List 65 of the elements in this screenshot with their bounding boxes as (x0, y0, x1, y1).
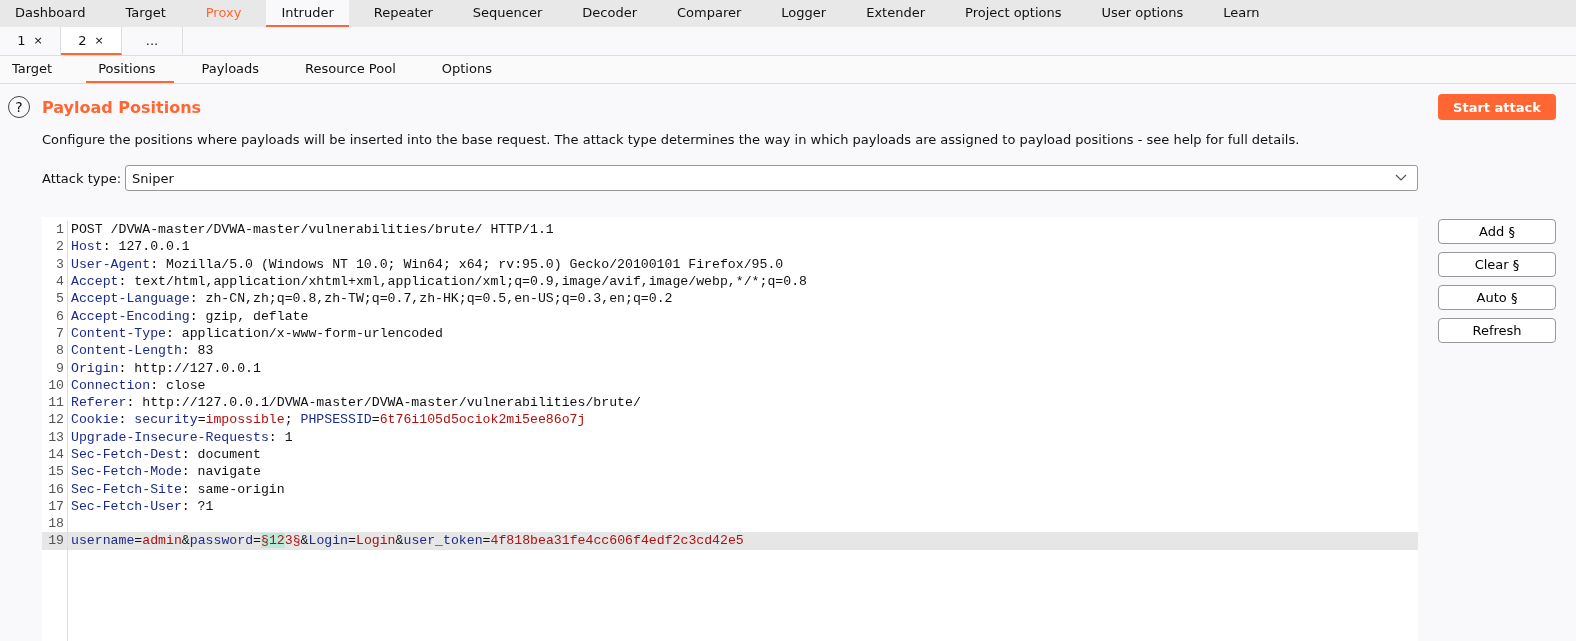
chevron-icon (1395, 174, 1407, 182)
code-line: Content-Type: application/x-www-form-urlencoded (70, 325, 443, 341)
side-button[interactable]: Auto § (1438, 285, 1556, 310)
main-tab[interactable]: Intruder (266, 0, 349, 27)
code-line: POST /DVWA-master/DVWA-master/vulnerabilities/brute/ HTTP/1.1 (70, 222, 554, 238)
line-number: 2 (42, 238, 68, 256)
code-line: Sec-Fetch-Mode: navigate (70, 464, 261, 480)
line-number: 13 (42, 428, 68, 446)
main-tab[interactable]: User options (1086, 0, 1199, 27)
main-tab[interactable]: Decoder (567, 0, 653, 27)
code-line: Content-Length: 83 (70, 343, 214, 359)
code-line: Cookie: security=impossible; PHPSESSID=6t76i105d5ociok2mi5ee86o7j (70, 412, 586, 428)
main-tab[interactable]: Sequencer (457, 0, 558, 27)
line-number: 17 (42, 497, 68, 516)
code-line: Accept: text/html,application/xhtml+xml,application/xml;q=0.9,image/avif,image/webp,*/*;q=0.8 (70, 274, 807, 290)
main-tab[interactable]: Project options (950, 0, 1077, 27)
line-number: 4 (42, 272, 68, 291)
code-line: Referer: http://127.0.0.1/DVWA-master/DVWA-master/vulnerabilities/brute/ (70, 395, 641, 411)
line-number: 15 (42, 463, 68, 481)
side-button[interactable]: Clear § (1438, 252, 1556, 277)
attack-type-dropdown[interactable]: Sniper (125, 165, 1418, 191)
line-number: 12 (42, 411, 68, 429)
main-tab[interactable]: Target (110, 0, 181, 27)
line-number: 10 (42, 376, 68, 394)
main-tab[interactable]: Comparer (662, 0, 757, 27)
sub-tab[interactable]: Resource Pool (293, 56, 414, 83)
code-line: Accept-Encoding: gzip, deflate (70, 308, 309, 324)
code-line: Sec-Fetch-Dest: document (70, 447, 261, 462)
line-number: 7 (42, 324, 68, 343)
section-title: Payload Positions (42, 97, 202, 117)
attack-type-label: Attack type: (42, 170, 122, 186)
line-number: 8 (42, 342, 68, 360)
sub-tab[interactable]: Target (0, 56, 71, 83)
side-button[interactable]: Refresh (1438, 318, 1556, 343)
line-number: 11 (42, 393, 68, 412)
code-line: Connection: close (70, 377, 206, 393)
code-line: Sec-Fetch-Site: same-origin (70, 481, 285, 497)
attack-tab[interactable]: ... (122, 27, 183, 55)
line-number: 3 (42, 255, 68, 273)
line-number: 1 (42, 221, 68, 239)
code-line: Accept-Language: zh-CN,zh;q=0.8,zh-TW;q=0.7,zh-HK;q=0.5,en-US;q=0.3,en;q=0.2 (70, 291, 673, 307)
line-number: 14 (42, 445, 68, 464)
main-tab[interactable]: Extender (851, 0, 941, 27)
code-line: Upgrade-Insecure-Requests: 1 (70, 429, 293, 445)
line-number: 5 (42, 290, 68, 308)
main-tab[interactable]: Logger (766, 0, 842, 27)
request-editor[interactable] (42, 217, 1418, 641)
main-tab[interactable]: Repeater (358, 0, 448, 27)
code-line: User-Agent: Mozilla/5.0 (Windows NT 10.0; Win64; x64; rv:95.0) Gecko/20100101 Firefox/95.0 (70, 256, 784, 272)
sub-tab[interactable]: Options (429, 56, 510, 83)
main-tab[interactable]: Dashboard (0, 0, 101, 27)
sub-tab[interactable]: Positions (86, 56, 174, 83)
code-line: Host: 127.0.0.1 (70, 239, 190, 255)
code-line: Sec-Fetch-User: ?1 (70, 498, 214, 514)
line-number: 9 (42, 359, 68, 377)
attack-tab[interactable]: 2 × (61, 27, 122, 55)
main-tab[interactable]: Learn (1208, 0, 1275, 27)
description: Configure the positions where payloads will be inserted into the base request. The attack type determines the way in which payloads are assigned to payload positions - see help for full details. (42, 132, 1301, 147)
line-number: 16 (42, 480, 68, 498)
code-line: Origin: http://127.0.0.1 (70, 360, 261, 376)
line-number: 6 (42, 307, 68, 325)
line-number: 19 (42, 532, 68, 550)
sub-tab[interactable]: Payloads (189, 56, 278, 83)
side-button[interactable]: Add § (1438, 219, 1556, 244)
code-line: username=admin&password=§123§&Login=Login&user_token=4f818bea31fe4cc606f4edf2c3cd42e5 (70, 533, 744, 549)
